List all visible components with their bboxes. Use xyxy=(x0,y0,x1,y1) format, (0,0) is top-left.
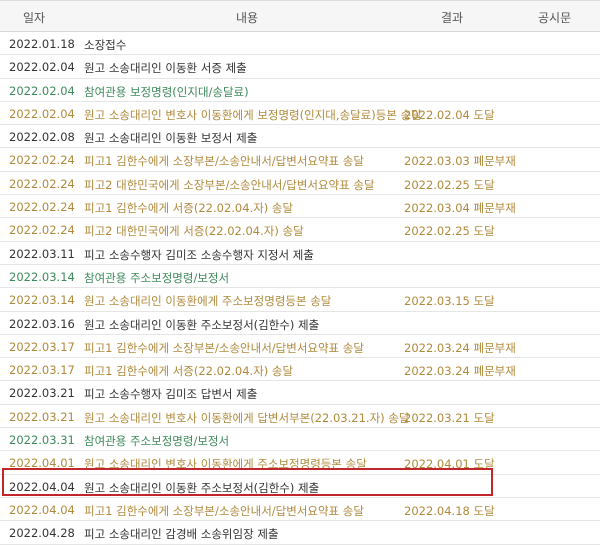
row-date: 2022.01.18 xyxy=(9,37,75,51)
table-row: 2022.03.17 피고1 김한수에게 서증(22.02.04.자) 송달 202… xyxy=(0,358,600,382)
table-row: 2022.02.04 원고 소송대리인 변호사 이동환에게 보정명령(인지대,송달… xyxy=(0,102,600,126)
row-date: 2022.03.21 xyxy=(9,409,75,424)
row-content: 피고1 김한수에게 서증(22.02.04.자) 송달 xyxy=(84,364,294,379)
row-result: 2022.02.04 도달 xyxy=(404,107,495,122)
row-date: 2022.02.24 xyxy=(9,176,75,191)
row-content: 피고 소송수행자 김미조 소송수행자 지정서 제출 xyxy=(84,247,314,262)
column-header-notice: 공시문 xyxy=(538,11,572,25)
row-content: 피고 소송대리인 감경배 소송위임장 제출 xyxy=(84,527,279,542)
row-date: 2022.02.24 xyxy=(9,223,75,238)
row-content: 피고1 김한수에게 소장부본/소송안내서/답변서요약표 송달 xyxy=(84,154,364,169)
table-row: 2022.03.31 참여관용 주소보정명령/보정서 xyxy=(0,428,600,452)
row-content: 피고2 대한민국에게 소장부본/소송안내서/답변서요약표 송달 xyxy=(84,177,375,192)
row-date: 2022.02.24 xyxy=(9,200,75,215)
row-result: 2022.02.25 도달 xyxy=(404,224,495,239)
row-content: 참여관용 주소보정명령/보정서 xyxy=(84,434,230,449)
table-row: 2022.03.16 원고 소송대리인 이동환 주소보정서(김한수) 제출 xyxy=(0,312,600,335)
row-result: 2022.03.03 폐문부재 xyxy=(404,154,516,169)
row-date: 2022.02.04 xyxy=(9,83,75,98)
row-content: 참여관용 주소보정명령/보정서 xyxy=(84,270,230,285)
row-content: 피고2 대한민국에게 서증(22.02.04.자) 송달 xyxy=(84,224,304,239)
table-row: 2022.04.28 피고 소송대리인 감경배 소송위임장 제출 xyxy=(0,521,600,545)
row-content: 피고 소송수행자 김미조 답변서 제출 xyxy=(84,387,258,402)
table-row: 2022.02.04 원고 소송대리인 이동환 서증 제출 xyxy=(0,55,600,79)
row-result: 2022.03.24 폐문부재 xyxy=(404,364,516,379)
table-row: 2022.02.04 참여관용 보정명령(인지대/송달료) xyxy=(0,79,600,102)
row-date: 2022.02.04 xyxy=(9,60,75,75)
row-result: 2022.04.18 도달 xyxy=(404,503,495,518)
table-row: 2022.04.04 원고 소송대리인 이동환 주소보정서(김한수) 제출 xyxy=(0,475,600,498)
row-content: 원고 소송대리인 이동환 서증 제출 xyxy=(84,61,247,76)
row-content: 원고 소송대리인 변호사 이동환에게 주소보정명령등본 송달 xyxy=(84,457,367,472)
row-date: 2022.04.04 xyxy=(9,502,75,517)
row-date: 2022.02.24 xyxy=(9,153,75,168)
row-result: 2022.03.24 폐문부재 xyxy=(404,340,516,355)
row-content: 피고1 김한수에게 소장부본/소송안내서/답변서요약표 송달 xyxy=(84,503,364,518)
row-date: 2022.03.31 xyxy=(9,433,75,448)
column-header-date: 일자 xyxy=(23,11,46,25)
table-row: 2022.03.21 원고 소송대리인 변호사 이동환에게 답변서부본(22.03… xyxy=(0,405,600,429)
row-date: 2022.03.16 xyxy=(9,316,75,331)
row-result: 2022.02.25 도달 xyxy=(404,177,495,192)
column-header-result: 결과 xyxy=(441,11,464,25)
row-date: 2022.04.04 xyxy=(9,479,75,494)
row-date: 2022.02.04 xyxy=(9,106,75,121)
table-row: 2022.03.21 피고 소송수행자 김미조 답변서 제출 xyxy=(0,381,600,405)
table-row: 2022.03.17 피고1 김한수에게 소장부본/소송안내서/답변서요약표 송달… xyxy=(0,335,600,359)
row-content: 소장접수 xyxy=(84,38,127,52)
row-content: 참여관용 보정명령(인지대/송달료) xyxy=(84,84,249,99)
row-content: 원고 소송대리인 변호사 이동환에게 답변서부본(22.03.21.자) 송달 xyxy=(84,410,410,425)
row-date: 2022.02.08 xyxy=(9,130,75,145)
row-content: 피고1 김한수에게 소장부본/소송안내서/답변서요약표 송달 xyxy=(84,340,364,355)
table-row: 2022.02.24 피고2 대한민국에게 소장부본/소송안내서/답변서요약표 송… xyxy=(0,172,600,196)
row-date: 2022.03.17 xyxy=(9,339,75,354)
table-row: 2022.03.14 참여관용 주소보정명령/보정서 xyxy=(0,265,600,289)
table-row: 2022.04.01 원고 소송대리인 변호사 이동환에게 주소보정명령등본 송달… xyxy=(0,451,600,475)
row-result: 2022.03.21 도달 xyxy=(404,410,495,425)
row-content: 원고 소송대리인 이동환에게 주소보정명령등본 송달 xyxy=(84,294,332,309)
table-row: 2022.02.08 원고 소송대리인 이동환 보정서 제출 xyxy=(0,125,600,149)
row-date: 2022.03.14 xyxy=(9,269,75,284)
table-header: 일자 내용 결과 공시문 xyxy=(0,0,600,32)
row-date: 2022.04.01 xyxy=(9,456,75,471)
row-content: 원고 소송대리인 이동환 보정서 제출 xyxy=(84,131,258,146)
table-row: 2022.02.24 피고1 김한수에게 소장부본/소송안내서/답변서요약표 송달… xyxy=(0,148,600,172)
row-content: 원고 소송대리인 변호사 이동환에게 보정명령(인지대,송달료)등본 송달 xyxy=(84,107,422,122)
column-header-content: 내용 xyxy=(236,11,259,25)
table-row: 2022.02.24 피고2 대한민국에게 서증(22.02.04.자) 송달 20… xyxy=(0,218,600,242)
table-row: 2022.04.04 피고1 김한수에게 소장부본/소송안내서/답변서요약표 송달… xyxy=(0,498,600,522)
row-date: 2022.03.14 xyxy=(9,293,75,308)
row-date: 2022.04.28 xyxy=(9,526,75,541)
row-date: 2022.03.21 xyxy=(9,386,75,401)
table-body: 2022.01.18 소장접수 2022.02.04 원고 소송대리인 이동환 서증 … xyxy=(0,32,600,545)
row-result: 2022.03.15 도달 xyxy=(404,294,495,309)
row-content: 원고 소송대리인 이동환 주소보정서(김한수) 제출 xyxy=(84,317,320,332)
table-row: 2022.02.24 피고1 김한수에게 서증(22.02.04.자) 송달 202… xyxy=(0,195,600,219)
row-result: 2022.03.04 폐문부재 xyxy=(404,201,516,216)
table-row: 2022.03.14 원고 소송대리인 이동환에게 주소보정명령등본 송달 2022… xyxy=(0,288,600,312)
row-content: 피고1 김한수에게 서증(22.02.04.자) 송달 xyxy=(84,201,294,216)
table-row: 2022.03.11 피고 소송수행자 김미조 소송수행자 지정서 제출 xyxy=(0,242,600,265)
row-date: 2022.03.17 xyxy=(9,363,75,378)
row-result: 2022.04.01 도달 xyxy=(404,457,495,472)
case-progress-table: 일자 내용 결과 공시문 2022.01.18 소장접수 2022.02.04 원고 … xyxy=(0,0,600,545)
row-date: 2022.03.11 xyxy=(9,246,75,261)
table-row: 2022.01.18 소장접수 xyxy=(0,32,600,56)
row-content: 원고 소송대리인 이동환 주소보정서(김한수) 제출 xyxy=(84,480,320,495)
